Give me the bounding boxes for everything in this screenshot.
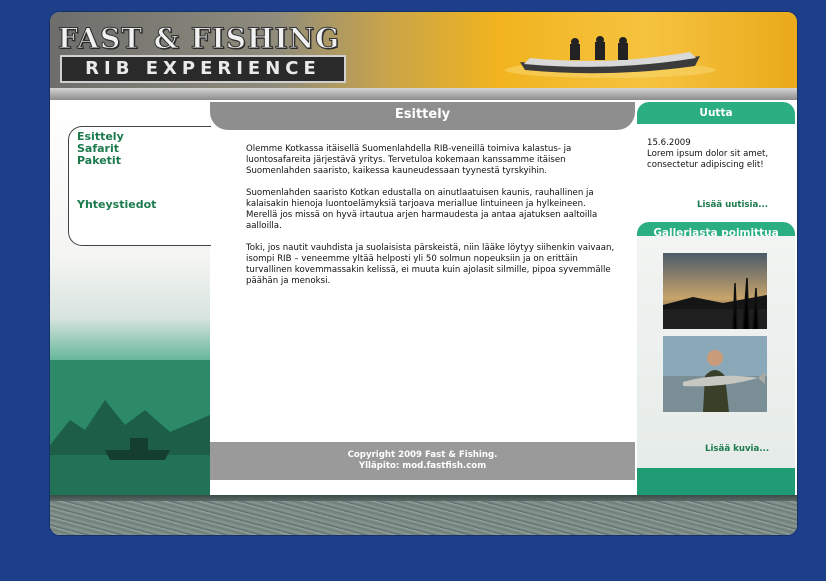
rib-boat-image	[505, 36, 715, 78]
gallery-thumb-sunset[interactable]	[663, 253, 767, 329]
right-sidebar: Uutta 15.6.2009 Lorem ipsum dolor sit am…	[635, 100, 797, 495]
bottom-decorative-band	[50, 495, 797, 535]
page-title: Esittely	[210, 102, 635, 130]
shoreline-image	[50, 360, 210, 495]
nav-item-paketit[interactable]: Paketit	[77, 155, 124, 167]
main-content: Olemme Kotkassa itäisellä Suomenlahdella…	[246, 144, 616, 298]
gallery-thumb-fisherman[interactable]	[663, 336, 767, 412]
header-banner: FAST & FISHING RIB EXPERIENCE	[50, 12, 797, 100]
news-heading: Uutta	[637, 102, 795, 124]
news-date: 15.6.2009	[647, 138, 691, 148]
more-news-link[interactable]: Lisää uutisia...	[697, 200, 768, 210]
content-paragraph-1: Olemme Kotkassa itäisellä Suomenlahdella…	[246, 144, 572, 176]
footer-maintainer: Ylläpito: mod.fastfish.com	[358, 461, 487, 471]
footer: Copyright 2009 Fast & Fishing. Ylläpito:…	[210, 442, 635, 480]
left-sidebar: Esittely Safarit Paketit Yhteystiedot	[50, 100, 211, 495]
nav-item-yhteystiedot[interactable]: Yhteystiedot	[77, 199, 156, 211]
content-paragraph-3: Toki, jos nautit vauhdista ja suolaisist…	[246, 243, 615, 286]
content-paragraph-2: Suomenlahden saaristo Kotkan edustalla o…	[246, 188, 598, 231]
page-container: FAST & FISHING RIB EXPERIENCE Esittely S…	[50, 12, 797, 535]
logo-title: FAST & FISHING	[57, 22, 341, 56]
news-text: Lorem ipsum dolor sit amet, consectetur …	[647, 149, 769, 170]
logo-subtitle: RIB EXPERIENCE	[60, 55, 346, 83]
right-bottom-bar	[637, 468, 795, 495]
footer-copyright: Copyright 2009 Fast & Fishing.	[347, 450, 498, 460]
more-pictures-link[interactable]: Lisää kuvia...	[705, 444, 769, 454]
nav-list: Esittely Safarit Paketit	[77, 131, 124, 167]
nav-box: Esittely Safarit Paketit Yhteystiedot	[68, 126, 211, 246]
